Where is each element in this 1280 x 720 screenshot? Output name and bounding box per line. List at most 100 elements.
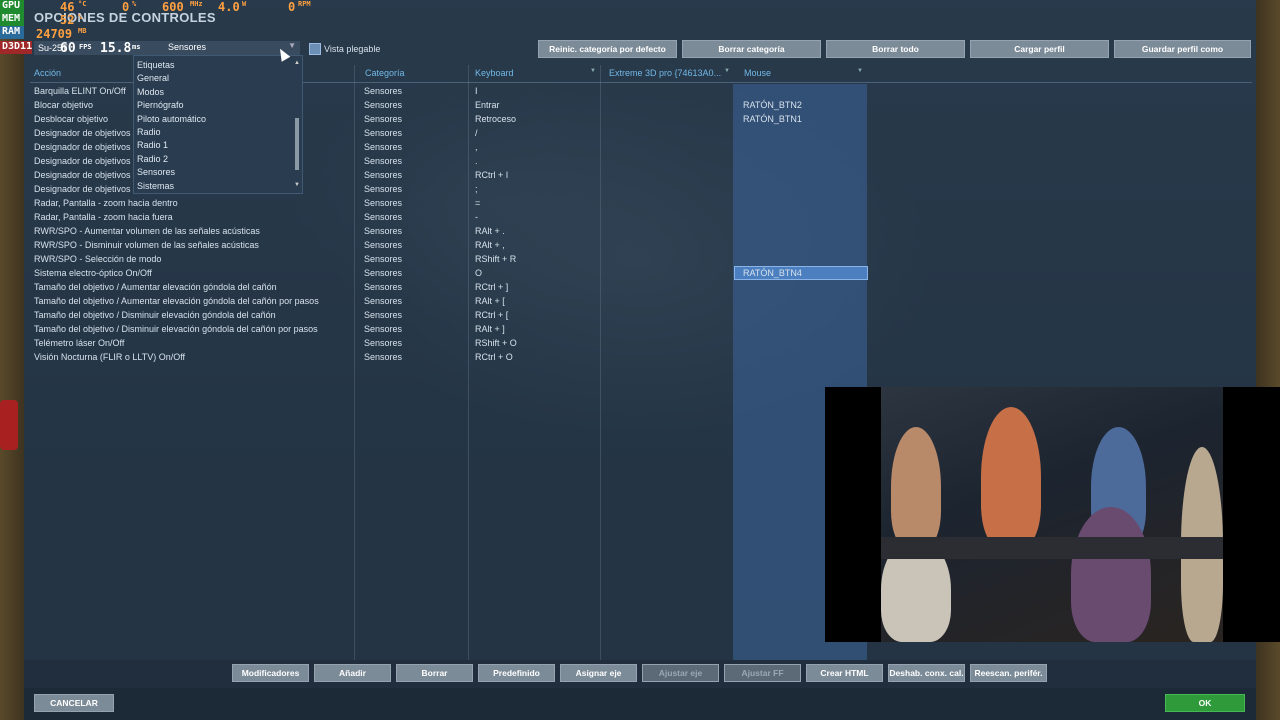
table-row[interactable]: Visión Nocturna (FLIR o LLTV) On/Off Sens… (30, 350, 870, 364)
keyboard-cell[interactable]: / (475, 128, 478, 138)
action-cell: Radar, Pantalla - zoom hacia fuera (34, 212, 173, 222)
bottom-button[interactable]: Crear HTML (806, 664, 883, 682)
keyboard-cell[interactable]: O (475, 268, 482, 278)
bottom-button[interactable]: Predefinido (478, 664, 555, 682)
anime-scene-image (881, 387, 1223, 642)
keyboard-cell[interactable]: RCtrl + O (475, 352, 513, 362)
keyboard-cell[interactable]: Retroceso (475, 114, 516, 124)
dropdown-option[interactable]: Radio 2 (137, 154, 168, 164)
dropdown-option[interactable]: Sistemas (137, 181, 174, 191)
keyboard-cell[interactable]: Entrar (475, 100, 500, 110)
keyboard-cell[interactable]: . (475, 156, 478, 166)
bottom-button[interactable]: Asignar eje (560, 664, 637, 682)
bottom-button[interactable]: Reescan. perifér. (970, 664, 1047, 682)
column-header-mouse[interactable]: Mouse (744, 68, 771, 78)
action-cell: Barquilla ELINT On/Off (34, 86, 126, 96)
clear-category-button[interactable]: Borrar categoría (682, 40, 821, 58)
keyboard-sort-icon[interactable]: ▼ (590, 68, 596, 74)
category-cell: Sensores (364, 240, 403, 250)
scroll-down-icon[interactable]: ▼ (294, 182, 300, 188)
bottom-toolbar (24, 660, 1256, 688)
column-header-action[interactable]: Acción (34, 68, 61, 78)
table-row[interactable]: RWR/SPO - Selección de modo Sensores RShif… (30, 252, 870, 266)
keyboard-cell[interactable]: I (475, 86, 478, 96)
table-row[interactable]: Tamaño del objetivo / Disminuir elevació… (30, 308, 870, 322)
category-dropdown-list[interactable]: Etiquetas General Modos Piernógrafo Piloto a… (133, 55, 303, 194)
keyboard-cell[interactable]: RCtrl + I (475, 170, 508, 180)
keyboard-cell[interactable]: ; (475, 184, 478, 194)
gpu-fan-unit: RPM (298, 0, 311, 8)
category-cell: Sensores (364, 86, 403, 96)
dropdown-option[interactable]: Piloto automático (137, 114, 206, 124)
bottom-button[interactable]: Ajustar FF (724, 664, 801, 682)
video-overlay (825, 387, 1280, 642)
keyboard-cell[interactable]: - (475, 212, 478, 222)
bottom-button[interactable]: Deshab. conx. cal. (888, 664, 965, 682)
table-row[interactable]: Tamaño del objetivo / Aumentar elevación… (30, 294, 870, 308)
mouse-cell[interactable]: RATÓN_BTN4 (743, 268, 802, 278)
keyboard-cell[interactable]: RShift + R (475, 254, 516, 264)
category-cell: Sensores (364, 254, 403, 264)
scroll-up-icon[interactable]: ▲ (294, 60, 300, 66)
keyboard-cell[interactable]: RAlt + . (475, 226, 505, 236)
action-cell: Visión Nocturna (FLIR o LLTV) On/Off (34, 352, 186, 362)
dropdown-scrollbar[interactable]: ▲ ▼ (294, 60, 301, 188)
keyboard-cell[interactable]: = (475, 198, 480, 208)
cockpit-frame-left (0, 0, 24, 720)
scrollbar-thumb[interactable] (295, 118, 299, 170)
bottom-button[interactable]: Borrar (396, 664, 473, 682)
keyboard-cell[interactable]: RShift + O (475, 338, 517, 348)
column-header-category[interactable]: Categoría (365, 68, 405, 78)
reset-category-button[interactable]: Reinic. categoría por defecto (538, 40, 677, 58)
dropdown-option[interactable]: Piernógrafo (137, 100, 184, 110)
keyboard-cell[interactable]: RAlt + [ (475, 296, 505, 306)
table-row[interactable]: Tamaño del objetivo / Aumentar elevación… (30, 280, 870, 294)
action-cell: Designador de objetivos a (34, 156, 139, 166)
column-header-joystick[interactable]: Extreme 3D pro {74613A0... (609, 68, 721, 78)
ram-label: RAM (0, 26, 24, 39)
table-row[interactable]: Radar, Pantalla - zoom hacia dentro Senso… (30, 196, 870, 210)
ok-button[interactable]: OK (1165, 694, 1245, 712)
mouse-cell[interactable]: RATÓN_BTN1 (743, 114, 802, 124)
mouse-sort-icon[interactable]: ▼ (857, 68, 863, 74)
dropdown-option[interactable]: Sensores (137, 167, 175, 177)
footer-bar (24, 688, 1256, 720)
category-cell: Sensores (364, 226, 403, 236)
mouse-cell[interactable]: RATÓN_BTN2 (743, 100, 802, 110)
dropdown-option[interactable]: Etiquetas (137, 60, 175, 70)
table-row[interactable]: RWR/SPO - Aumentar volumen de las señale… (30, 224, 870, 238)
save-profile-as-button[interactable]: Guardar perfil como (1114, 40, 1251, 58)
joystick-sort-icon[interactable]: ▼ (724, 68, 730, 74)
keyboard-cell[interactable]: RAlt + , (475, 240, 505, 250)
action-cell: Sistema electro-óptico On/Off (34, 268, 152, 278)
dropdown-option[interactable]: Radio 1 (137, 140, 168, 150)
category-cell: Sensores (364, 310, 403, 320)
category-cell: Sensores (364, 184, 403, 194)
keyboard-cell[interactable]: , (475, 142, 478, 152)
action-cell: Radar, Pantalla - zoom hacia dentro (34, 198, 178, 208)
table-row[interactable]: Radar, Pantalla - zoom hacia fuera Sensor… (30, 210, 870, 224)
clear-all-button[interactable]: Borrar todo (826, 40, 965, 58)
performance-overlay: GPU MEM RAM D3D11 46 °C 0 % 600 MHz 4.0 … (0, 0, 320, 56)
bottom-button[interactable]: Ajustar eje (642, 664, 719, 682)
cancel-button[interactable]: CANCELAR (34, 694, 114, 712)
fps-unit: FPS (79, 43, 92, 51)
table-row[interactable]: Sistema electro-óptico On/Off Sensores O RA… (30, 266, 870, 280)
table-row[interactable]: Tamaño del objetivo / Disminuir elevació… (30, 322, 870, 336)
column-header-keyboard[interactable]: Keyboard (475, 68, 514, 78)
dropdown-option[interactable]: General (137, 73, 169, 83)
dropdown-option[interactable]: Radio (137, 127, 161, 137)
keyboard-cell[interactable]: RAlt + ] (475, 324, 505, 334)
action-cell: Designador de objetivos a (34, 184, 139, 194)
table-row[interactable]: RWR/SPO - Disminuir volumen de las señal… (30, 238, 870, 252)
bottom-button[interactable]: Modificadores (232, 664, 309, 682)
dropdown-option[interactable]: Modos (137, 87, 164, 97)
category-cell: Sensores (364, 170, 403, 180)
load-profile-button[interactable]: Cargar perfil (970, 40, 1109, 58)
bottom-button[interactable]: Añadir (314, 664, 391, 682)
keyboard-cell[interactable]: RCtrl + [ (475, 310, 508, 320)
mem-unit: % (78, 13, 83, 21)
frametime-unit: ms (132, 43, 141, 51)
keyboard-cell[interactable]: RCtrl + ] (475, 282, 508, 292)
table-row[interactable]: Telémetro láser On/Off Sensores RShift + O (30, 336, 870, 350)
